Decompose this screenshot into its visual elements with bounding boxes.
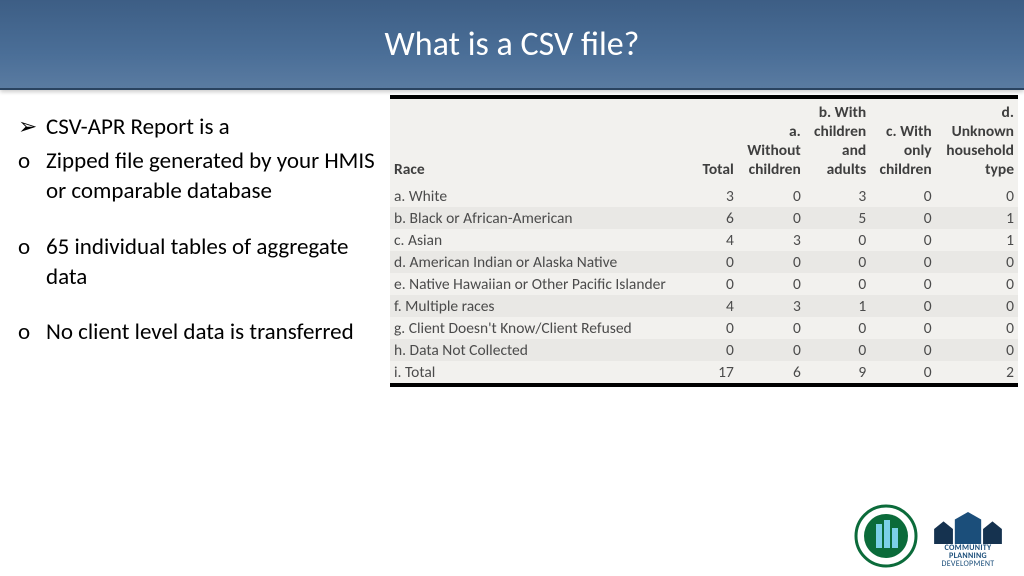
cell-value: 0 — [936, 251, 1018, 273]
cell-value: 3 — [738, 295, 805, 317]
race-label: f. Multiple races — [390, 295, 673, 317]
cell-value: 1 — [936, 229, 1018, 251]
cell-value: 4 — [673, 229, 738, 251]
cell-value: 0 — [805, 229, 870, 251]
col-header: c. With only children — [870, 99, 935, 185]
table-row: c. Asian43001 — [390, 229, 1018, 251]
table-row: b. Black or African-American60501 — [390, 207, 1018, 229]
col-header: d. Unknown household type — [936, 99, 1018, 185]
cell-value: 0 — [870, 295, 935, 317]
table-row: f. Multiple races43100 — [390, 295, 1018, 317]
race-label: c. Asian — [390, 229, 673, 251]
cell-value: 0 — [870, 361, 935, 383]
bullet-item: ➢CSV-APR Report is a — [18, 113, 380, 143]
col-header: Total — [673, 99, 738, 185]
race-label: i. Total — [390, 361, 673, 383]
bullet-text: Zipped file generated by your HMIS or co… — [46, 147, 380, 207]
bullet-item: oNo client level data is transferred — [18, 318, 380, 348]
race-label: d. American Indian or Alaska Native — [390, 251, 673, 273]
cell-value: 0 — [673, 251, 738, 273]
race-label: b. Black or African-American — [390, 207, 673, 229]
cell-value: 0 — [870, 185, 935, 207]
cell-value: 0 — [870, 229, 935, 251]
cell-value: 0 — [805, 339, 870, 361]
cell-value: 0 — [870, 317, 935, 339]
bullet-marker: o — [18, 147, 46, 207]
cell-value: 0 — [805, 317, 870, 339]
race-table: RaceTotala. Without childrenb. With chil… — [390, 95, 1018, 387]
cell-value: 0 — [805, 251, 870, 273]
cell-value: 0 — [805, 273, 870, 295]
col-header: a. Without children — [738, 99, 805, 185]
cpd-logo: COMMUNITY PLANNING DEVELOPMENT — [932, 512, 1004, 568]
cell-value: 4 — [673, 295, 738, 317]
race-label: h. Data Not Collected — [390, 339, 673, 361]
table-row: h. Data Not Collected00000 — [390, 339, 1018, 361]
cell-value: 0 — [870, 273, 935, 295]
hud-seal-icon — [854, 504, 918, 568]
cell-value: 0 — [870, 207, 935, 229]
cell-value: 0 — [936, 185, 1018, 207]
cell-value: 1 — [936, 207, 1018, 229]
cell-value: 6 — [673, 207, 738, 229]
col-header: b. With children and adults — [805, 99, 870, 185]
cell-value: 0 — [936, 273, 1018, 295]
cell-value: 3 — [738, 229, 805, 251]
cell-value: 17 — [673, 361, 738, 383]
race-label: a. White — [390, 185, 673, 207]
table-row: a. White30300 — [390, 185, 1018, 207]
bullet-item: o Zipped file generated by your HMIS or … — [18, 147, 380, 207]
cell-value: 0 — [738, 185, 805, 207]
bullet-item: o65 individual tables of aggregate data — [18, 233, 380, 293]
col-header: Race — [390, 99, 673, 185]
bullet-marker: o — [18, 233, 46, 293]
bullet-text: No client level data is transferred — [46, 318, 380, 348]
cpd-text-3: DEVELOPMENT — [942, 560, 995, 568]
cell-value: 9 — [805, 361, 870, 383]
cell-value: 0 — [738, 317, 805, 339]
bullet-list: ➢CSV-APR Report is ao Zipped file genera… — [0, 95, 390, 576]
slide-title: What is a CSV file? — [385, 24, 640, 65]
cell-value: 0 — [738, 207, 805, 229]
cell-value: 0 — [936, 339, 1018, 361]
cell-value: 0 — [738, 251, 805, 273]
bullet-text: 65 individual tables of aggregate data — [46, 233, 380, 293]
cell-value: 0 — [673, 317, 738, 339]
cell-value: 0 — [870, 251, 935, 273]
cell-value: 1 — [805, 295, 870, 317]
cell-value: 5 — [805, 207, 870, 229]
table-row: e. Native Hawaiian or Other Pacific Isla… — [390, 273, 1018, 295]
table-row: i. Total176902 — [390, 361, 1018, 383]
cell-value: 2 — [936, 361, 1018, 383]
cell-value: 0 — [936, 295, 1018, 317]
cell-value: 0 — [673, 273, 738, 295]
cell-value: 0 — [673, 339, 738, 361]
table-row: d. American Indian or Alaska Native00000 — [390, 251, 1018, 273]
bullet-text: CSV-APR Report is a — [46, 113, 380, 143]
slide-title-bar: What is a CSV file? — [0, 0, 1024, 90]
footer-logos: COMMUNITY PLANNING DEVELOPMENT — [854, 504, 1004, 568]
bullet-marker: ➢ — [18, 113, 46, 143]
cell-value: 0 — [870, 339, 935, 361]
cell-value: 0 — [738, 339, 805, 361]
bullet-marker: o — [18, 318, 46, 348]
table-row: g. Client Doesn't Know/Client Refused000… — [390, 317, 1018, 339]
race-label: e. Native Hawaiian or Other Pacific Isla… — [390, 273, 673, 295]
cell-value: 3 — [673, 185, 738, 207]
cell-value: 0 — [738, 273, 805, 295]
cell-value: 6 — [738, 361, 805, 383]
cell-value: 0 — [936, 317, 1018, 339]
cell-value: 3 — [805, 185, 870, 207]
race-label: g. Client Doesn't Know/Client Refused — [390, 317, 673, 339]
